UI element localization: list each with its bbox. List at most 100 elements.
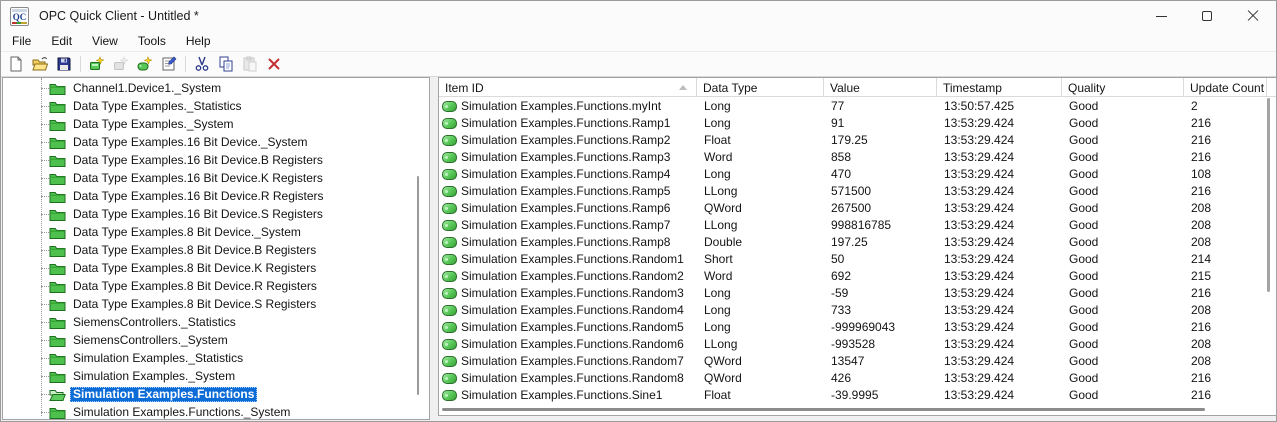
opc-item-icon	[442, 288, 457, 299]
column-header-item-id[interactable]: Item ID	[439, 78, 697, 96]
tree-item-label[interactable]: Data Type Examples.16 Bit Device.K Regis…	[70, 171, 326, 186]
open-file-button[interactable]	[28, 53, 52, 75]
grid-row[interactable]: Simulation Examples.Functions.Ramp3 Word…	[439, 149, 1276, 166]
tree-item-label[interactable]: Data Type Examples.16 Bit Device.R Regis…	[70, 189, 327, 204]
cell-value: 267500	[831, 201, 872, 215]
copy-button[interactable]	[214, 53, 238, 75]
cell-timestamp: 13:53:29.424	[944, 337, 1015, 351]
tree-item-label[interactable]: Data Type Examples.8 Bit Device.R Regist…	[70, 279, 320, 294]
tree-item-label[interactable]: Simulation Examples.Functions	[70, 386, 258, 402]
grid-vertical-scrollbar[interactable]	[1267, 98, 1270, 292]
tree-item[interactable]: Data Type Examples.8 Bit Device.S Regist…	[3, 295, 429, 313]
tree-item-label[interactable]: Simulation Examples._System	[70, 369, 238, 384]
tree-item-label[interactable]: Channel1.Device1._System	[70, 81, 224, 96]
tree-item[interactable]: Data Type Examples.8 Bit Device.R Regist…	[3, 277, 429, 295]
cell-item-id: Simulation Examples.Functions.Random4	[461, 303, 684, 317]
tree-item-label[interactable]: Data Type Examples.8 Bit Device.K Regist…	[70, 261, 319, 276]
tree-item-label[interactable]: Simulation Examples._Statistics	[70, 351, 246, 366]
maximize-button[interactable]	[1184, 1, 1230, 31]
grid-row[interactable]: Simulation Examples.Functions.Random6 LL…	[439, 336, 1276, 353]
menu-item-edit[interactable]: Edit	[41, 32, 82, 51]
grid-row[interactable]: Simulation Examples.Functions.Random1 Sh…	[439, 251, 1276, 268]
cell-quality: Good	[1069, 167, 1099, 181]
cell-timestamp: 13:53:29.424	[944, 201, 1015, 215]
grid-row[interactable]: Simulation Examples.Functions.Random7 QW…	[439, 353, 1276, 370]
grid-row[interactable]: Simulation Examples.Functions.Random5 Lo…	[439, 319, 1276, 336]
tree-item[interactable]: Simulation Examples._Statistics	[3, 349, 429, 367]
minimize-button[interactable]	[1138, 1, 1184, 31]
tree-item-label[interactable]: Data Type Examples.8 Bit Device.S Regist…	[70, 297, 319, 312]
cell-value: 91	[831, 116, 845, 130]
column-header-timestamp[interactable]: Timestamp	[937, 78, 1062, 96]
tree-item[interactable]: Data Type Examples.16 Bit Device.K Regis…	[3, 169, 429, 187]
tree-item[interactable]: Data Type Examples.16 Bit Device._System	[3, 133, 429, 151]
tree-item[interactable]: Simulation Examples.Functions	[3, 385, 429, 403]
tree-item-label[interactable]: Data Type Examples.16 Bit Device.B Regis…	[70, 153, 326, 168]
grid-row[interactable]: Simulation Examples.Functions.Ramp7 LLon…	[439, 217, 1276, 234]
grid-row[interactable]: Simulation Examples.Functions.Ramp8 Doub…	[439, 234, 1276, 251]
tree-item[interactable]: Simulation Examples.Functions._System	[3, 403, 429, 420]
column-header-data-type[interactable]: Data Type	[697, 78, 824, 96]
folder-icon	[49, 226, 66, 239]
delete-button[interactable]	[262, 53, 286, 75]
tree-item[interactable]: Data Type Examples._System	[3, 115, 429, 133]
tree-item-label[interactable]: SiemensControllers._Statistics	[70, 315, 239, 330]
new-server-connection-button[interactable]	[85, 53, 109, 75]
grid-row[interactable]: Simulation Examples.Functions.Ramp2 Floa…	[439, 132, 1276, 149]
menu-item-view[interactable]: View	[82, 32, 128, 51]
tree-item-label[interactable]: Data Type Examples._Statistics	[70, 99, 245, 114]
properties-icon	[162, 56, 177, 71]
cell-item-id: Simulation Examples.Functions.Ramp2	[461, 133, 671, 147]
tree-item-label[interactable]: Data Type Examples._System	[70, 117, 237, 132]
grid-row[interactable]: Simulation Examples.Functions.Ramp1 Long…	[439, 115, 1276, 132]
tree-item[interactable]: SiemensControllers._System	[3, 331, 429, 349]
grid-row[interactable]: Simulation Examples.Functions.Ramp5 LLon…	[439, 183, 1276, 200]
new-document-button[interactable]	[4, 53, 28, 75]
grid-row[interactable]: Simulation Examples.Functions.Random4 Lo…	[439, 302, 1276, 319]
save-file-button[interactable]	[52, 53, 76, 75]
tree-item[interactable]: SiemensControllers._Statistics	[3, 313, 429, 331]
cell-value: -39.9995	[831, 388, 879, 402]
opc-item-icon	[442, 101, 457, 112]
column-header-value[interactable]: Value	[824, 78, 937, 96]
tree-item-label[interactable]: Data Type Examples.8 Bit Device._System	[70, 225, 304, 240]
maximize-icon	[1202, 11, 1212, 21]
tree-item[interactable]: Data Type Examples.8 Bit Device.B Regist…	[3, 241, 429, 259]
grid-horizontal-scrollbar[interactable]	[442, 408, 1205, 411]
grid-row[interactable]: Simulation Examples.Functions.Ramp6 QWor…	[439, 200, 1276, 217]
tree-item-label[interactable]: SiemensControllers._System	[70, 333, 231, 348]
menu-item-file[interactable]: File	[2, 32, 41, 51]
properties-button[interactable]	[157, 53, 181, 75]
close-button[interactable]	[1230, 1, 1276, 31]
new-item-button[interactable]	[133, 53, 157, 75]
tree-item[interactable]: Data Type Examples.8 Bit Device.K Regist…	[3, 259, 429, 277]
window-title: OPC Quick Client - Untitled *	[39, 9, 199, 23]
cell-quality: Good	[1069, 320, 1099, 334]
tree-item[interactable]: Data Type Examples.16 Bit Device.S Regis…	[3, 205, 429, 223]
cell-quality: Good	[1069, 218, 1099, 232]
tree-item[interactable]: Channel1.Device1._System	[3, 79, 429, 97]
tree-item[interactable]: Data Type Examples._Statistics	[3, 97, 429, 115]
tree-item[interactable]: Data Type Examples.16 Bit Device.R Regis…	[3, 187, 429, 205]
panel-splitter[interactable]	[431, 77, 438, 420]
grid-row[interactable]: Simulation Examples.Functions.myInt Long…	[439, 98, 1276, 115]
tree-item-label[interactable]: Data Type Examples.16 Bit Device.S Regis…	[70, 207, 326, 222]
cut-button[interactable]	[190, 53, 214, 75]
tree-item[interactable]: Simulation Examples._System	[3, 367, 429, 385]
column-header-quality[interactable]: Quality	[1062, 78, 1184, 96]
menu-item-tools[interactable]: Tools	[128, 32, 176, 51]
tree-item-label[interactable]: Simulation Examples.Functions._System	[70, 405, 293, 420]
grid-row[interactable]: Simulation Examples.Functions.Random8 QW…	[439, 370, 1276, 387]
grid-row[interactable]: Simulation Examples.Functions.Random2 Wo…	[439, 268, 1276, 285]
column-header-update-count[interactable]: Update Count	[1184, 78, 1267, 96]
tree-item-label[interactable]: Data Type Examples.8 Bit Device.B Regist…	[70, 243, 319, 258]
tree-item[interactable]: Data Type Examples.16 Bit Device.B Regis…	[3, 151, 429, 169]
grid-row[interactable]: Simulation Examples.Functions.Ramp4 Long…	[439, 166, 1276, 183]
tree-vertical-scrollbar[interactable]	[417, 176, 419, 395]
grid-row[interactable]: Simulation Examples.Functions.Random3 Lo…	[439, 285, 1276, 302]
grid-row[interactable]: Simulation Examples.Functions.Sine1 Floa…	[439, 387, 1276, 404]
tree-item[interactable]: Data Type Examples.8 Bit Device._System	[3, 223, 429, 241]
tree-item-label[interactable]: Data Type Examples.16 Bit Device._System	[70, 135, 311, 150]
menu-item-help[interactable]: Help	[176, 32, 221, 51]
folder-icon	[49, 100, 66, 113]
